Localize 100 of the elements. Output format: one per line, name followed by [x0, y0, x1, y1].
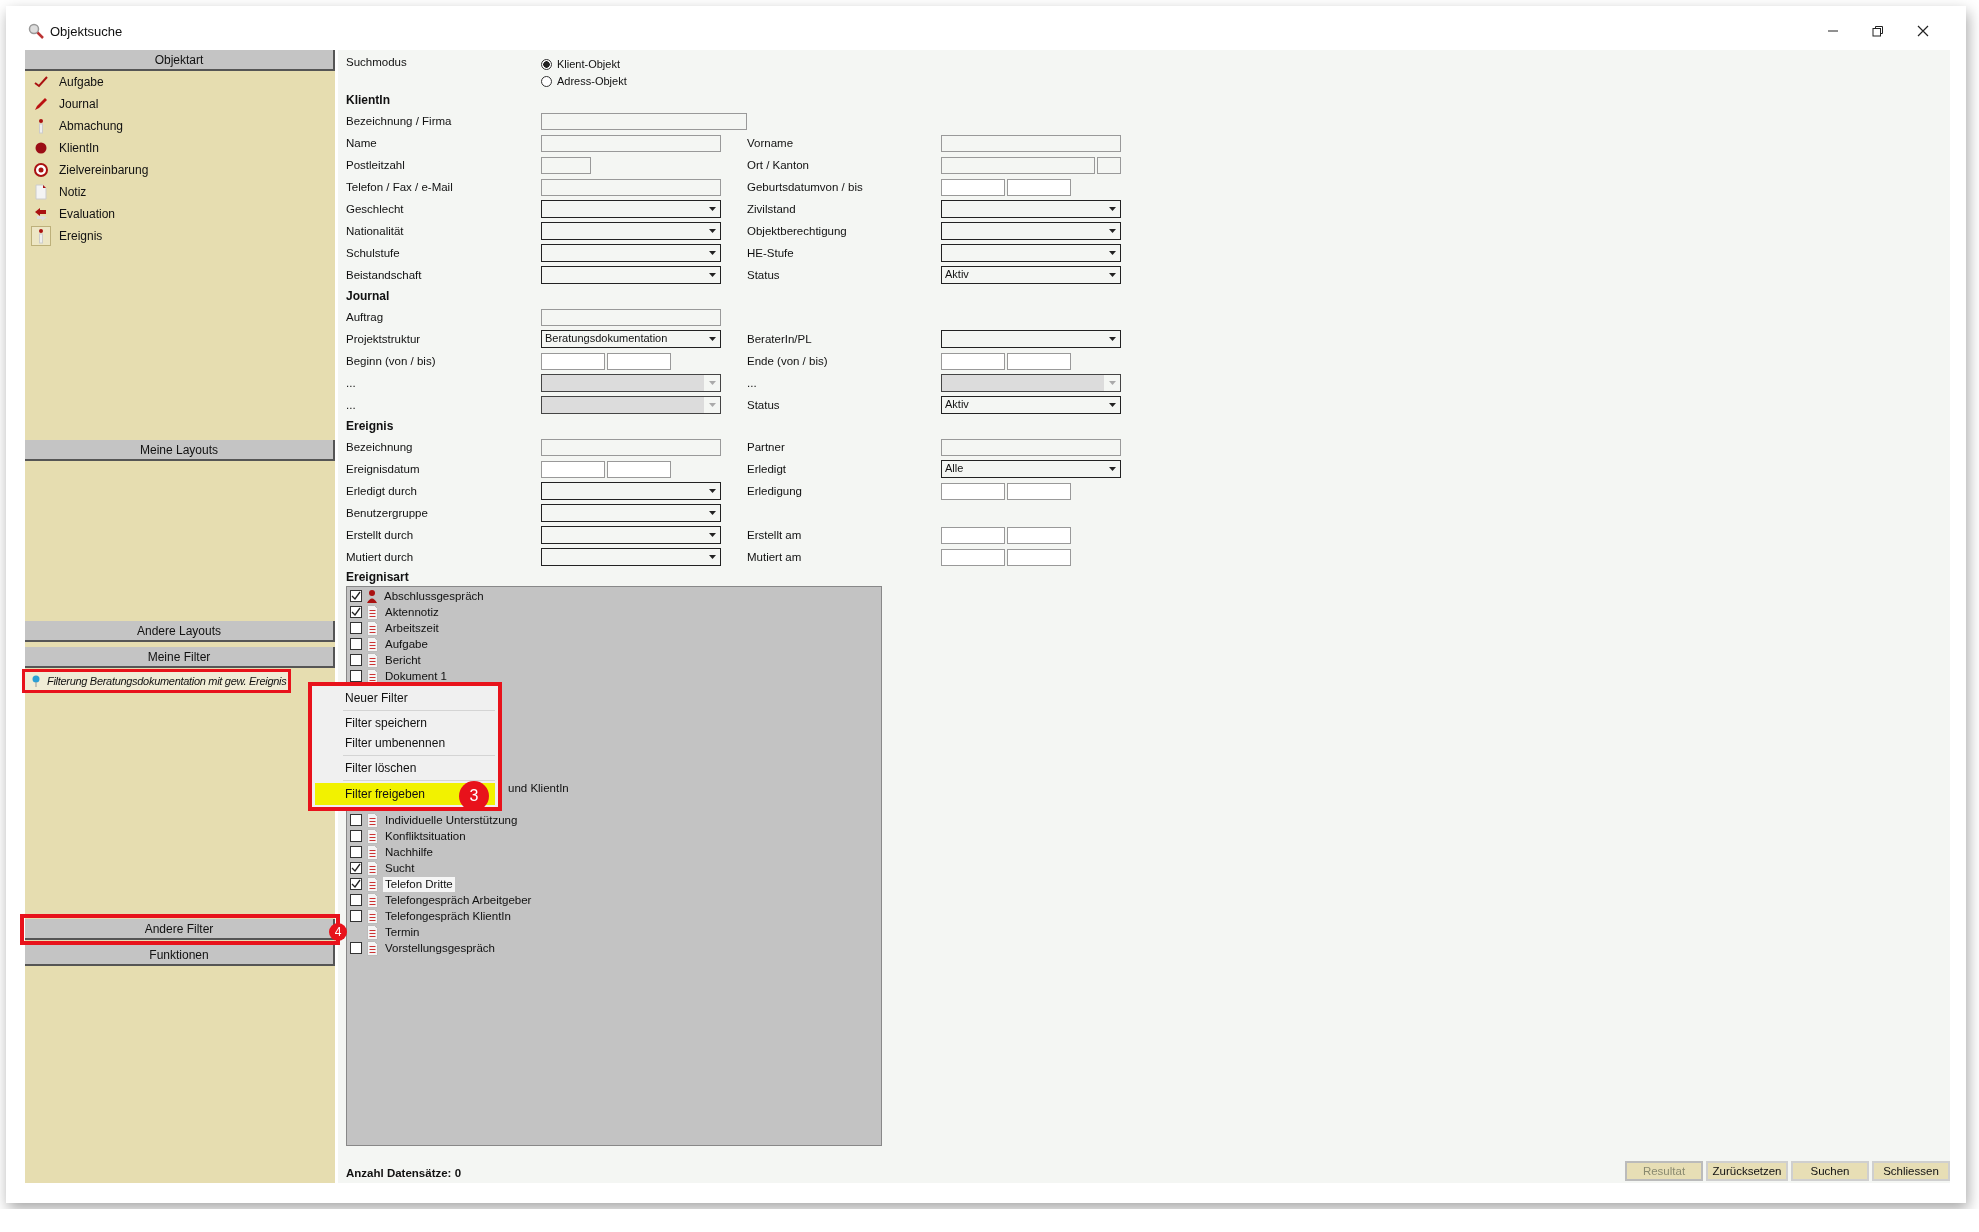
date-field[interactable] — [941, 526, 1005, 544]
menu-item[interactable]: Neuer Filter — [315, 688, 495, 708]
date-field[interactable] — [1007, 526, 1071, 544]
object-type-item[interactable]: Zielvereinbarung — [25, 159, 335, 181]
checkbox[interactable] — [350, 638, 362, 650]
dropdown[interactable]: Aktiv — [941, 266, 1121, 284]
event-type-item[interactable]: Arbeitszeit — [383, 620, 441, 636]
section-title: Ereignisart — [346, 569, 410, 586]
event-type-item[interactable]: Abschlussgespräch — [382, 588, 486, 604]
date-field[interactable] — [1007, 482, 1071, 500]
section-header[interactable]: Meine Filter — [25, 647, 335, 668]
action-button[interactable]: Suchen — [1791, 1161, 1869, 1181]
section-header[interactable]: Funktionen — [25, 945, 335, 966]
dropdown[interactable] — [941, 244, 1121, 262]
checkbox[interactable] — [350, 830, 362, 842]
date-field[interactable] — [941, 178, 1005, 196]
dropdown[interactable]: Aktiv — [941, 396, 1121, 414]
checkbox[interactable] — [350, 910, 362, 922]
date-field[interactable] — [541, 352, 605, 370]
text-field[interactable] — [941, 156, 1095, 174]
object-type-item[interactable]: Abmachung — [25, 115, 335, 137]
dropdown[interactable] — [541, 244, 721, 262]
object-type-item[interactable]: KlientIn — [25, 137, 335, 159]
document-icon — [367, 620, 378, 636]
caret-icon — [1108, 251, 1116, 255]
object-type-item[interactable]: Evaluation — [25, 203, 335, 225]
menu-item[interactable]: Filter umbenennen — [315, 733, 495, 753]
text-field[interactable] — [541, 438, 721, 456]
section-header[interactable]: Meine Layouts — [25, 440, 335, 461]
date-field[interactable] — [541, 460, 605, 478]
event-type-item[interactable]: Aufgabe — [383, 636, 430, 652]
caret-icon — [708, 337, 716, 341]
checkbox[interactable] — [350, 942, 362, 954]
dropdown[interactable] — [541, 504, 721, 522]
radio-option[interactable]: Adress-Objekt — [541, 73, 627, 89]
event-type-item[interactable]: Telefongespräch Arbeitgeber — [383, 892, 534, 908]
text-field[interactable] — [541, 156, 591, 174]
event-type-item[interactable]: Telefongespräch KlientIn — [383, 908, 513, 924]
event-type-item[interactable]: Termin — [383, 924, 422, 940]
dropdown[interactable] — [541, 222, 721, 240]
dropdown[interactable] — [541, 482, 721, 500]
checkbox[interactable] — [350, 814, 362, 826]
event-type-item[interactable]: Individuelle Unterstützung — [383, 812, 520, 828]
dropdown[interactable] — [541, 548, 721, 566]
dropdown[interactable] — [541, 200, 721, 218]
event-type-item[interactable]: Sucht — [383, 860, 417, 876]
filter-item[interactable]: Filterung Beratungsdokumentation mit gew. Ereignis — [25, 672, 289, 690]
dropdown[interactable]: Beratungsdokumentation — [541, 330, 721, 348]
event-type-item[interactable]: Telefon Dritte — [383, 876, 455, 892]
dropdown[interactable] — [541, 526, 721, 544]
section-header[interactable]: Andere Layouts — [25, 621, 335, 642]
dropdown[interactable] — [941, 222, 1121, 240]
date-field[interactable] — [941, 548, 1005, 566]
checkbox[interactable] — [350, 606, 362, 618]
checkbox[interactable] — [350, 654, 362, 666]
event-type-item[interactable]: Nachhilfe — [383, 844, 435, 860]
dropdown[interactable] — [941, 330, 1121, 348]
date-field[interactable] — [1007, 548, 1071, 566]
text-field[interactable] — [941, 438, 1121, 456]
date-field[interactable] — [607, 352, 671, 370]
event-type-item[interactable]: Dokument 1 — [383, 668, 449, 684]
date-field[interactable] — [941, 352, 1005, 370]
checkbox[interactable] — [350, 622, 362, 634]
caret-icon — [1108, 467, 1116, 471]
date-field[interactable] — [1007, 352, 1071, 370]
date-field[interactable] — [1007, 178, 1071, 196]
text-field[interactable] — [941, 134, 1121, 152]
checkbox[interactable] — [350, 894, 362, 906]
check-icon — [33, 74, 49, 90]
action-button[interactable]: Zurücksetzen — [1706, 1161, 1788, 1181]
checkbox[interactable] — [350, 590, 362, 602]
menu-item[interactable]: Filter löschen — [315, 758, 495, 778]
section-header[interactable]: Objektart — [25, 50, 335, 71]
menu-item[interactable]: Filter speichern — [315, 713, 495, 733]
text-field[interactable] — [541, 134, 721, 152]
object-type-item[interactable]: Aufgabe — [25, 71, 335, 93]
object-type-item[interactable]: Ereignis — [25, 225, 335, 247]
object-type-item[interactable]: Notiz — [25, 181, 335, 203]
checkbox[interactable] — [350, 862, 362, 874]
text-field[interactable] — [1097, 156, 1121, 174]
text-field[interactable] — [541, 308, 721, 326]
action-button[interactable]: Schliessen — [1872, 1161, 1950, 1181]
caret-icon — [708, 511, 716, 515]
text-field[interactable] — [541, 112, 747, 130]
checkbox[interactable] — [350, 878, 362, 890]
date-field[interactable] — [941, 482, 1005, 500]
radio-option[interactable]: Klient-Objekt — [541, 56, 627, 72]
text-field[interactable] — [541, 178, 721, 196]
event-type-item[interactable]: Aktennotiz — [383, 604, 441, 620]
checkbox[interactable] — [350, 670, 362, 682]
dropdown[interactable] — [941, 200, 1121, 218]
event-type-item[interactable]: Konfliktsituation — [383, 828, 468, 844]
section-title: KlientIn — [346, 92, 391, 109]
object-type-item[interactable]: Journal — [25, 93, 335, 115]
date-field[interactable] — [607, 460, 671, 478]
event-type-item[interactable]: Bericht — [383, 652, 423, 668]
event-type-item[interactable]: Vorstellungsgespräch — [383, 940, 497, 956]
dropdown[interactable]: Alle — [941, 460, 1121, 478]
dropdown[interactable] — [541, 266, 721, 284]
checkbox[interactable] — [350, 846, 362, 858]
